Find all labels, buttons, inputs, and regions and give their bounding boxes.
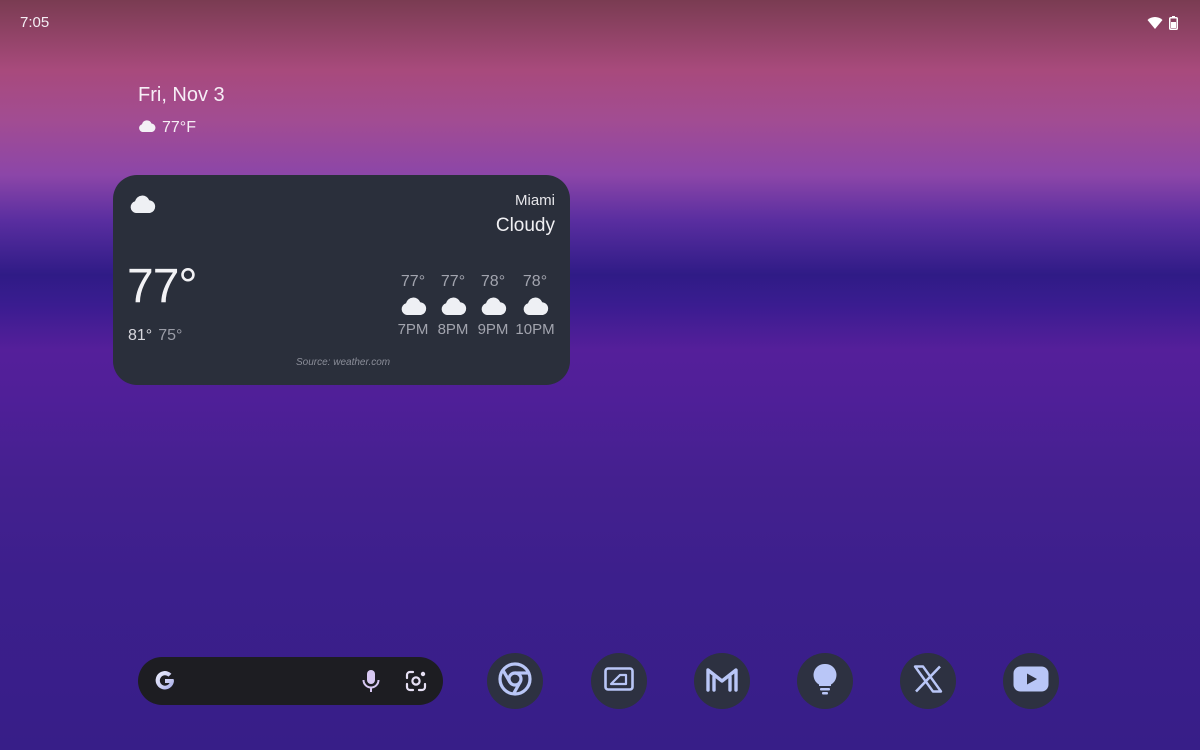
hourly-time: 7PM (397, 321, 429, 338)
hourly-temp: 77° (400, 273, 426, 290)
hourly-temp: 78° (480, 273, 506, 290)
weather-condition: Cloudy (495, 215, 555, 236)
files-app-icon[interactable] (591, 653, 647, 709)
gmail-app-icon[interactable] (694, 653, 750, 709)
battery-icon (1169, 16, 1178, 35)
hourly-time: 10PM (515, 321, 555, 338)
hourly-temp: 78° (522, 273, 548, 290)
x-app-icon[interactable] (900, 653, 956, 709)
weather-low: 75° (158, 327, 183, 344)
hourly-item: 78° 9PM (473, 273, 513, 338)
hourly-item: 77° 7PM (393, 273, 433, 338)
weather-current-temp: 77° (127, 260, 198, 313)
files-icon (604, 666, 634, 696)
glance-weather[interactable]: 77°F (138, 119, 196, 137)
youtube-icon (1013, 666, 1049, 697)
hourly-time: 9PM (477, 321, 509, 338)
cloud-icon (129, 195, 156, 218)
cloud-icon (480, 297, 507, 317)
weather-high: 81° (128, 327, 153, 344)
weather-source: Source: weather.com (296, 357, 391, 368)
hourly-time: 8PM (437, 321, 469, 338)
cloud-icon (440, 297, 467, 317)
hourly-temp: 77° (440, 273, 466, 290)
keep-app-icon[interactable] (797, 653, 853, 709)
google-g-icon (152, 668, 178, 694)
google-search-bar[interactable] (138, 657, 443, 705)
status-icons (1147, 16, 1178, 35)
gmail-icon (705, 666, 739, 697)
hourly-item: 78° 10PM (513, 273, 557, 338)
chrome-icon (497, 661, 533, 702)
hourly-forecast: 77° 7PM 77° 8PM 78° 9PM 78° 10PM (393, 273, 557, 338)
lightbulb-icon (812, 663, 838, 700)
x-icon (913, 664, 943, 698)
cloud-icon (522, 297, 549, 317)
hourly-item: 77° 8PM (433, 273, 473, 338)
weather-widget[interactable]: Miami Cloudy 77° 81° 75° 77° 7PM 77° 8PM … (113, 175, 570, 385)
lens-icon[interactable] (404, 669, 428, 698)
chrome-app-icon[interactable] (487, 653, 543, 709)
cloud-icon (138, 119, 156, 137)
wifi-icon (1147, 16, 1163, 35)
microphone-icon[interactable] (360, 669, 382, 698)
cloud-icon (400, 297, 427, 317)
weather-high-low: 81° 75° (128, 327, 182, 345)
youtube-app-icon[interactable] (1003, 653, 1059, 709)
weather-city: Miami (515, 192, 555, 209)
glance-date[interactable]: Fri, Nov 3 (138, 84, 225, 107)
glance-temperature: 77°F (162, 119, 196, 136)
status-time: 7:05 (20, 14, 50, 31)
